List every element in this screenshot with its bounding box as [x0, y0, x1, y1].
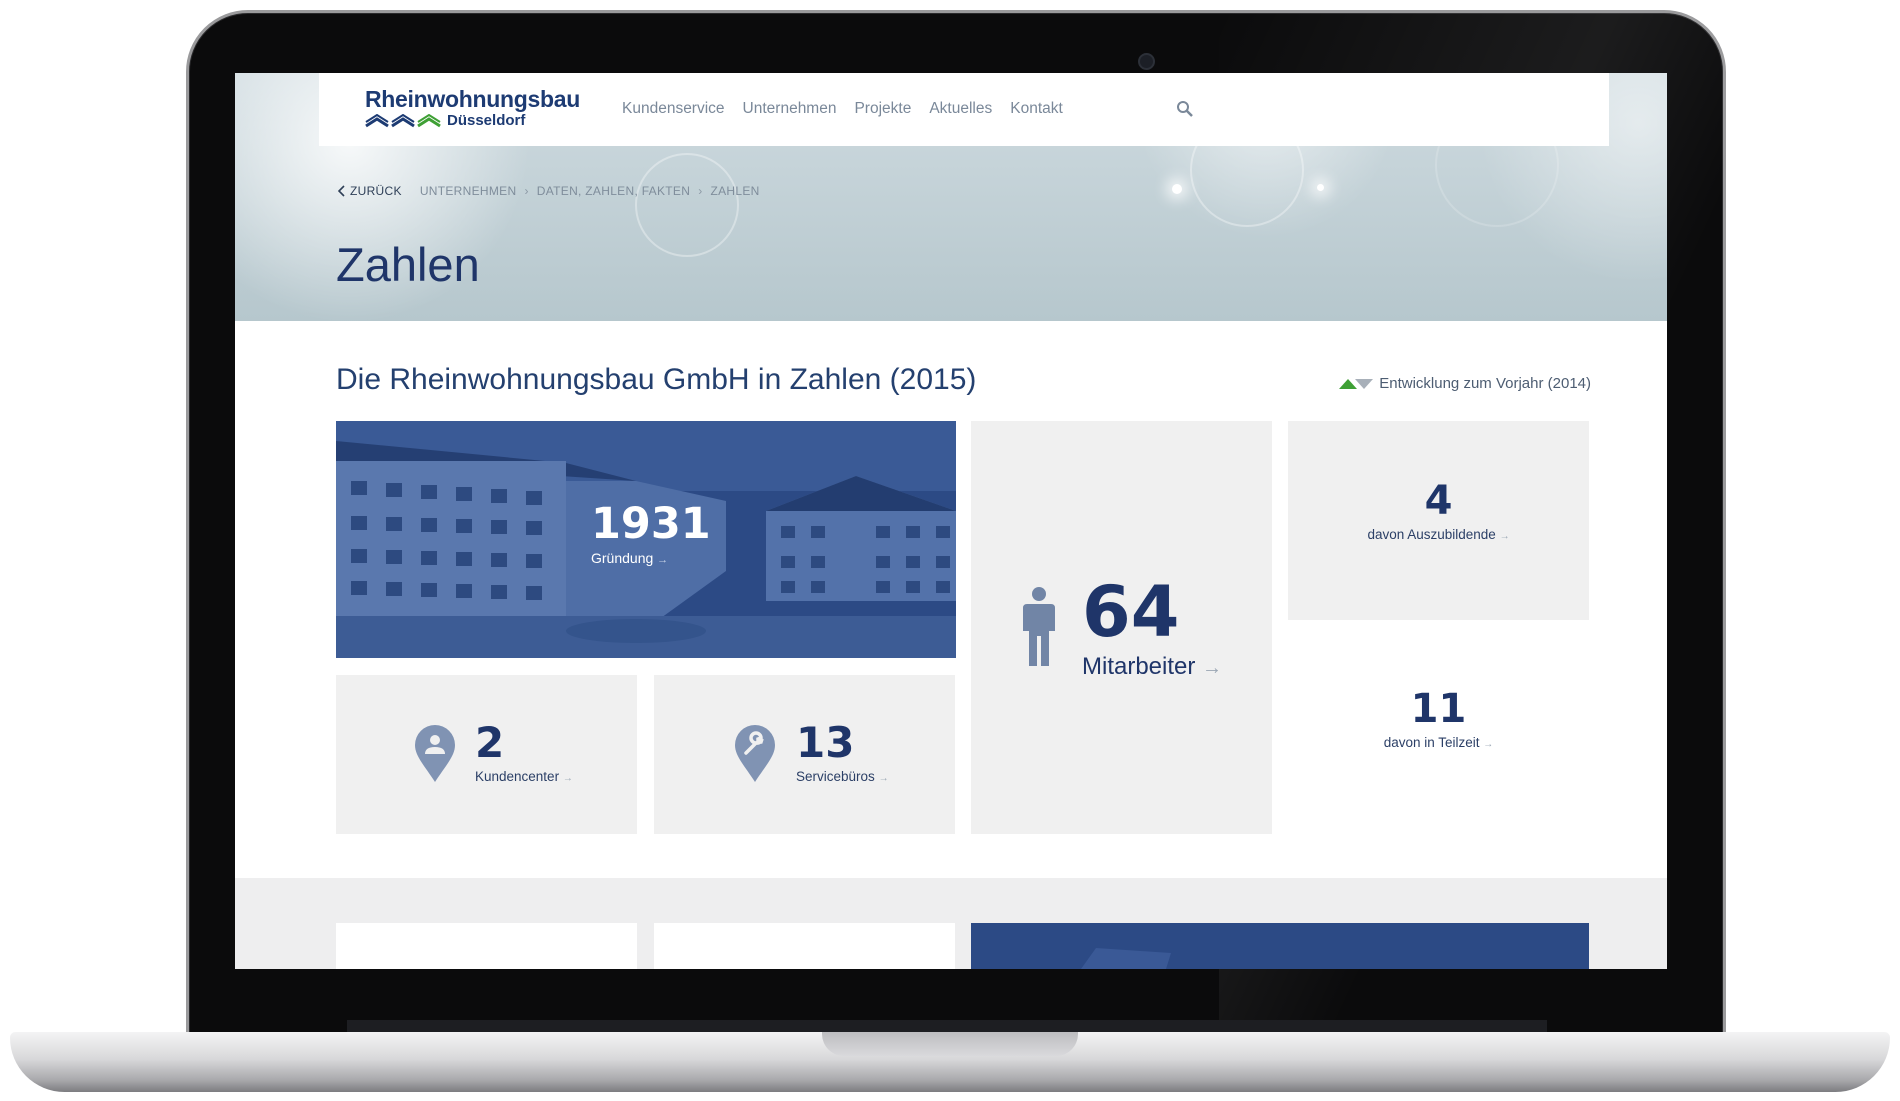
founding-tile[interactable]: 1931 Gründung →: [336, 421, 956, 658]
customer-centers-label-row: Kundencenter →: [475, 769, 573, 784]
section-title: Die Rheinwohnungsbau GmbH in Zahlen (201…: [336, 363, 977, 396]
arrow-right-icon: →: [1499, 531, 1510, 542]
next-section-card[interactable]: [654, 923, 955, 969]
menu-item-kontakt[interactable]: Kontakt: [1010, 100, 1063, 118]
menu-item-projekte[interactable]: Projekte: [854, 100, 911, 118]
person-icon: [1023, 587, 1055, 666]
top-navigation: Rheinwohnungsbau Düsseldorf Kundenservic…: [319, 73, 1609, 146]
legend-label: Entwicklung zum Vorjahr (2014): [1379, 375, 1591, 392]
logo-waves-icon: [365, 113, 441, 127]
location-pin-wrench-icon: [735, 725, 775, 782]
customer-centers-label: Kundencenter: [475, 769, 560, 784]
arrow-right-icon: →: [562, 773, 573, 784]
service-offices-stat: 13 Servicebüros →: [796, 718, 889, 785]
apprentices-tile[interactable]: 4 davon Auszubildende →: [1288, 421, 1589, 620]
founding-label-row: Gründung →: [591, 550, 711, 566]
light-spot: [1172, 184, 1182, 194]
founding-label: Gründung: [591, 550, 654, 566]
arrow-right-icon: →: [657, 554, 669, 566]
customer-centers-tile[interactable]: 2 Kundencenter →: [336, 675, 637, 834]
breadcrumb-separator-icon: ›: [698, 184, 703, 198]
back-label: ZURÜCK: [350, 184, 402, 198]
menu-item-unternehmen[interactable]: Unternehmen: [743, 100, 837, 118]
main-menu: Kundenservice Unternehmen Projekte Aktue…: [622, 100, 1063, 118]
trend-legend: Entwicklung zum Vorjahr (2014): [1339, 375, 1591, 392]
lens-flare: [635, 153, 739, 257]
back-link[interactable]: ZURÜCK: [338, 184, 402, 198]
parttime-label-row: davon in Teilzeit →: [1288, 735, 1589, 750]
parttime-label: davon in Teilzeit: [1383, 735, 1480, 750]
search-icon[interactable]: [1176, 100, 1194, 118]
employees-stat: 64 Mitarbeiter →: [1082, 577, 1222, 681]
next-section-photo-card[interactable]: [971, 923, 1589, 969]
parttime-value: 11: [1410, 686, 1467, 732]
breadcrumb-item-daten[interactable]: DATEN, ZAHLEN, FAKTEN: [537, 184, 690, 198]
service-offices-label-row: Servicebüros →: [796, 769, 889, 784]
next-section-card[interactable]: [336, 923, 637, 969]
breadcrumb-item-unternehmen[interactable]: UNTERNEHMEN: [420, 184, 517, 198]
trend-down-icon: [1355, 378, 1374, 389]
light-spot: [1317, 184, 1324, 191]
customer-centers-value: 2: [475, 718, 505, 767]
hero-banner: Rheinwohnungsbau Düsseldorf Kundenservic…: [235, 73, 1667, 321]
breadcrumb-item-zahlen: ZAHLEN: [710, 184, 760, 198]
breadcrumb-separator-icon: ›: [524, 184, 529, 198]
service-offices-value: 13: [796, 718, 855, 767]
apprentices-stat: 4 davon Auszubildende →: [1288, 481, 1589, 542]
arrow-right-icon: →: [1483, 739, 1494, 750]
arrow-right-icon: →: [878, 773, 889, 784]
logo-wordmark: Rheinwohnungsbau: [365, 86, 580, 112]
founding-stat: 1931 Gründung →: [591, 499, 711, 567]
screen: Rheinwohnungsbau Düsseldorf Kundenservic…: [235, 73, 1667, 969]
apprentices-label-row: davon Auszubildende →: [1288, 527, 1589, 542]
service-offices-label: Servicebüros: [796, 769, 875, 784]
employees-value: 64: [1082, 571, 1180, 653]
location-pin-person-icon: [415, 725, 455, 782]
apprentices-value: 4: [1424, 478, 1453, 524]
arrow-right-icon: →: [1202, 657, 1223, 679]
employees-label: Mitarbeiter: [1082, 653, 1196, 680]
menu-item-kundenservice[interactable]: Kundenservice: [622, 100, 725, 118]
employees-label-row: Mitarbeiter →: [1082, 653, 1222, 681]
next-section-photo: [1081, 948, 1171, 969]
chevron-left-icon: [338, 185, 345, 197]
breadcrumb: ZURÜCK UNTERNEHMEN › DATEN, ZAHLEN, FAKT…: [338, 184, 760, 198]
customer-centers-stat: 2 Kundencenter →: [475, 718, 573, 785]
page-title: Zahlen: [336, 238, 480, 291]
logo-city: Düsseldorf: [447, 112, 526, 129]
laptop-notch: [822, 1032, 1078, 1056]
employees-tile[interactable]: 64 Mitarbeiter →: [971, 421, 1272, 834]
logo[interactable]: Rheinwohnungsbau Düsseldorf: [365, 87, 580, 129]
camera-icon: [1138, 53, 1155, 70]
service-offices-tile[interactable]: 13 Servicebüros →: [654, 675, 955, 834]
parttime-tile[interactable]: 11 davon in Teilzeit →: [1288, 633, 1589, 833]
founding-value: 1931: [591, 499, 711, 549]
menu-item-aktuelles[interactable]: Aktuelles: [929, 100, 992, 118]
apprentices-label: davon Auszubildende: [1367, 527, 1496, 542]
parttime-stat: 11 davon in Teilzeit →: [1288, 689, 1589, 750]
